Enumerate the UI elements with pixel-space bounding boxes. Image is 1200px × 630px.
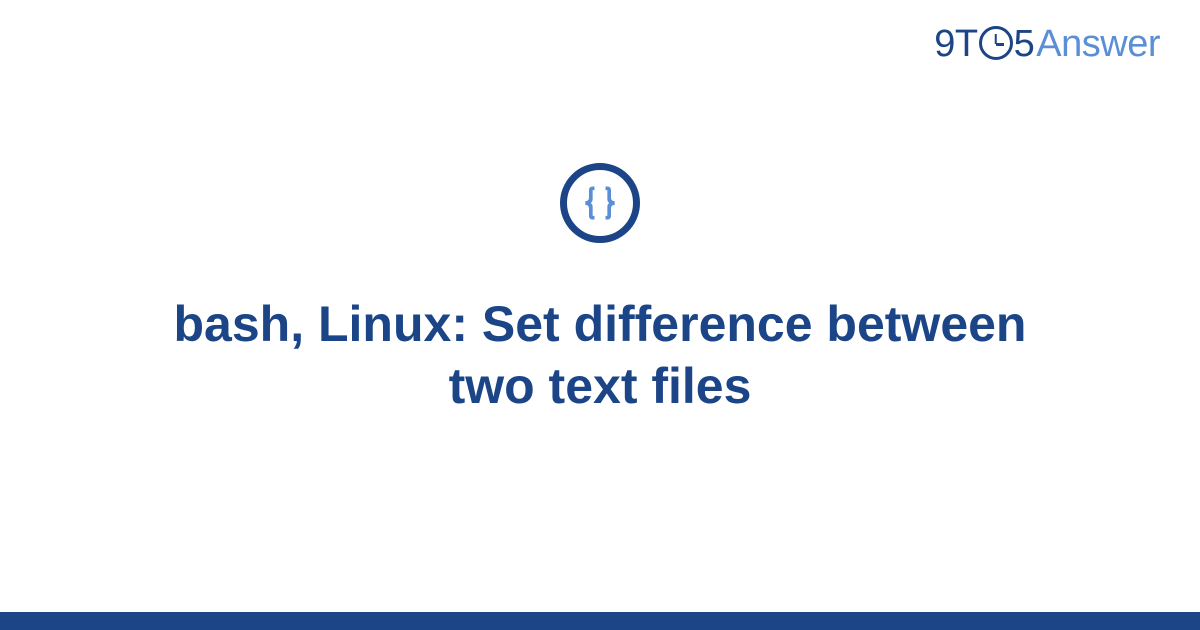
- page-title: bash, Linux: Set difference between two …: [150, 293, 1050, 418]
- main-content: bash, Linux: Set difference between two …: [0, 0, 1200, 630]
- category-badge: [560, 163, 640, 243]
- code-braces-icon: [578, 181, 622, 225]
- footer-accent-bar: [0, 612, 1200, 630]
